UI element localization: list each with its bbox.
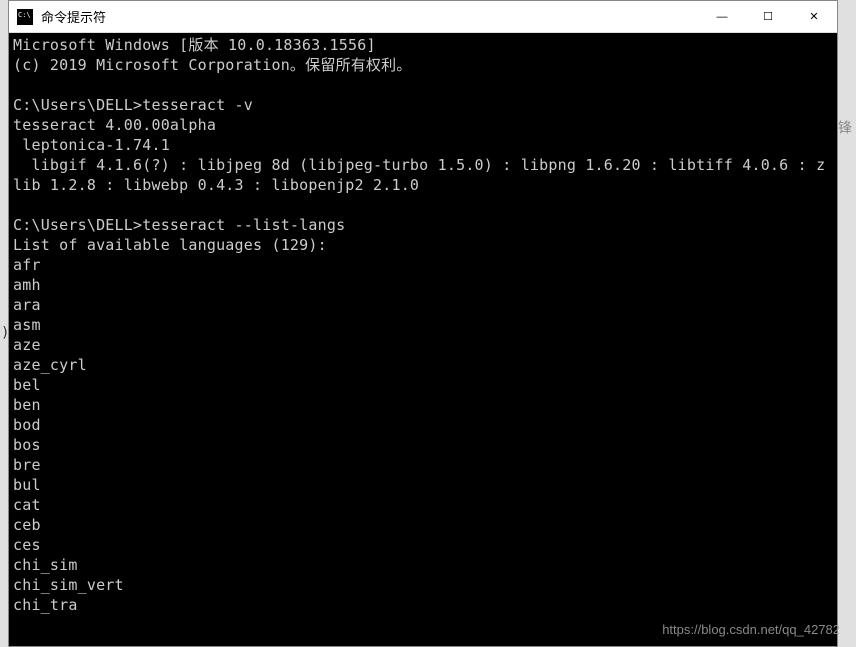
list-header: List of available languages (129): (13, 236, 327, 254)
close-button[interactable]: ✕ (791, 1, 837, 32)
terminal-output[interactable]: Microsoft Windows [版本 10.0.18363.1556] (… (9, 33, 837, 646)
libs-output: libgif 4.1.6(?) : libjpeg 8d (libjpeg-tu… (13, 156, 825, 194)
version-output: tesseract 4.00.00alpha (13, 116, 216, 134)
header-line-2: (c) 2019 Microsoft Corporation。保留所有权利。 (13, 56, 412, 74)
window-controls: — ☐ ✕ (699, 1, 837, 32)
background-text: 锋 (835, 120, 855, 134)
watermark-text: https://blog.csdn.net/qq_42782 (662, 622, 840, 637)
titlebar[interactable]: 命令提示符 — ☐ ✕ (9, 1, 837, 33)
cmd-window: 命令提示符 — ☐ ✕ Microsoft Windows [版本 10.0.1… (8, 0, 838, 647)
maximize-button[interactable]: ☐ (745, 1, 791, 32)
cmd-icon (17, 9, 33, 25)
minimize-button[interactable]: — (699, 1, 745, 32)
header-line-1: Microsoft Windows [版本 10.0.18363.1556] (13, 36, 376, 54)
prompt-line-1: C:\Users\DELL>tesseract -v (13, 96, 253, 114)
leptonica-output: leptonica-1.74.1 (13, 136, 170, 154)
prompt-line-2: C:\Users\DELL>tesseract --list-langs (13, 216, 345, 234)
language-list: afr amh ara asm aze aze_cyrl bel ben bod… (13, 256, 124, 614)
window-title: 命令提示符 (39, 7, 699, 26)
